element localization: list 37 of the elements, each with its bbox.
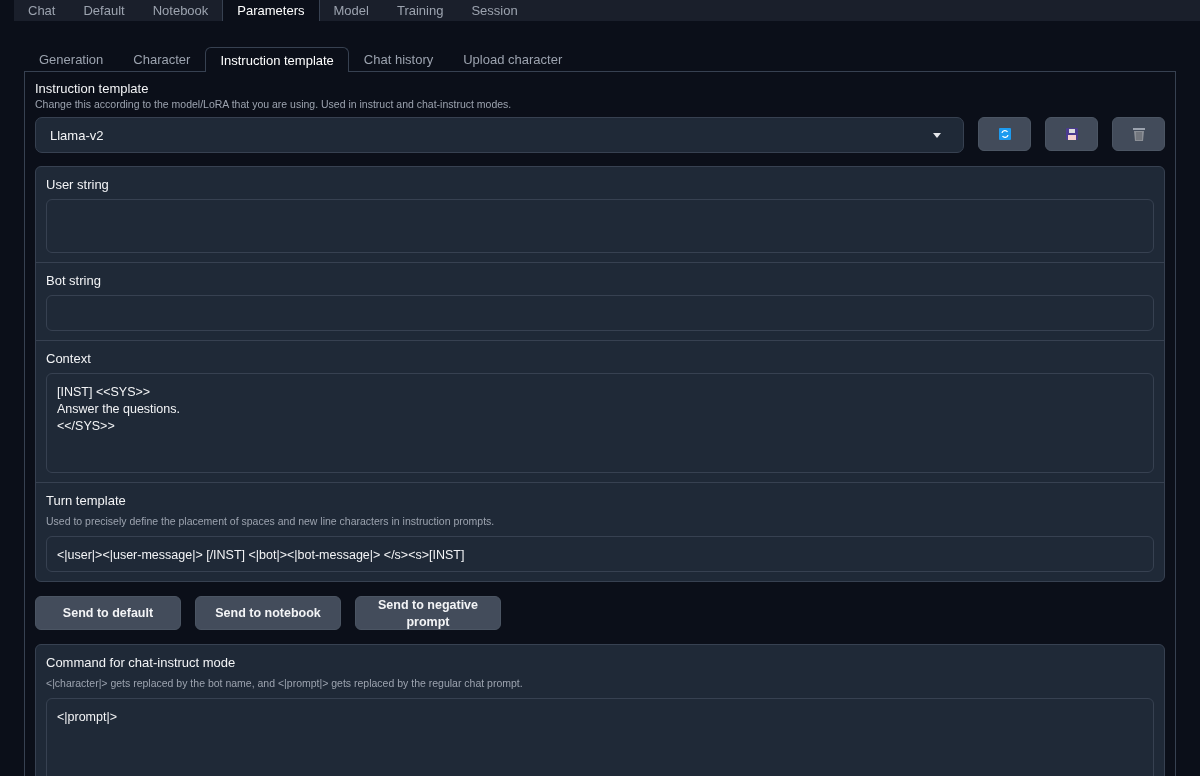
refresh-button[interactable]: [978, 117, 1031, 151]
text-field[interactable]: <|user|><|user-message|> [/INST] <|bot|><|bot-message|> </s><s>[INST]: [46, 536, 1154, 572]
field-label: Context: [46, 351, 92, 366]
template-dropdown[interactable]: Llama-v2: [35, 117, 964, 153]
sub-tab[interactable]: Upload character: [448, 46, 578, 71]
field-label: Turn template: [46, 493, 127, 508]
info-text: <|character|> gets replaced by the bot name, and <|prompt|> gets replaced by the regular chat prompt.: [46, 677, 524, 689]
send-button[interactable]: Send to default: [35, 596, 181, 630]
send-button[interactable]: Send to negative prompt: [355, 596, 501, 630]
trash-icon: [1132, 127, 1145, 141]
field-label: User string: [46, 177, 110, 192]
main-tab[interactable]: Default: [69, 0, 139, 21]
text-field[interactable]: [46, 199, 1154, 253]
sub-tab[interactable]: Character: [118, 46, 206, 71]
text-field[interactable]: [INST] <<SYS>> Answer the questions. <</SYS>>: [46, 373, 1154, 473]
main-tab[interactable]: Session: [457, 0, 532, 21]
sub-tab[interactable]: Generation: [24, 46, 119, 71]
main-tab[interactable]: Notebook: [138, 0, 223, 21]
sub-tab[interactable]: Instruction template: [205, 47, 349, 72]
section-label: Instruction template: [35, 81, 150, 96]
refresh-icon: [998, 128, 1011, 140]
save-button[interactable]: [1045, 117, 1098, 151]
caret-icon: [933, 132, 941, 138]
save-icon: [1065, 128, 1078, 140]
field-label: Bot string: [46, 273, 102, 288]
text-field[interactable]: [46, 295, 1154, 331]
main-tab[interactable]: Chat: [14, 0, 70, 21]
main-tab[interactable]: Model: [319, 0, 383, 21]
main-tab[interactable]: Training: [382, 0, 458, 21]
field-label: Command for chat-instruct mode: [46, 655, 237, 670]
delete-button[interactable]: [1112, 117, 1165, 151]
sub-tab[interactable]: Chat history: [348, 46, 449, 71]
text-field[interactable]: <|prompt|>: [46, 698, 1154, 776]
send-button[interactable]: Send to notebook: [195, 596, 341, 630]
info-text: Change this according to the model/LoRA that you are using. Used in instruct and chat-instruct modes.: [35, 98, 513, 110]
main-tab[interactable]: Parameters: [222, 0, 320, 21]
info-text: Used to precisely define the placement of spaces and new line characters in instruction prompts.: [46, 515, 496, 527]
